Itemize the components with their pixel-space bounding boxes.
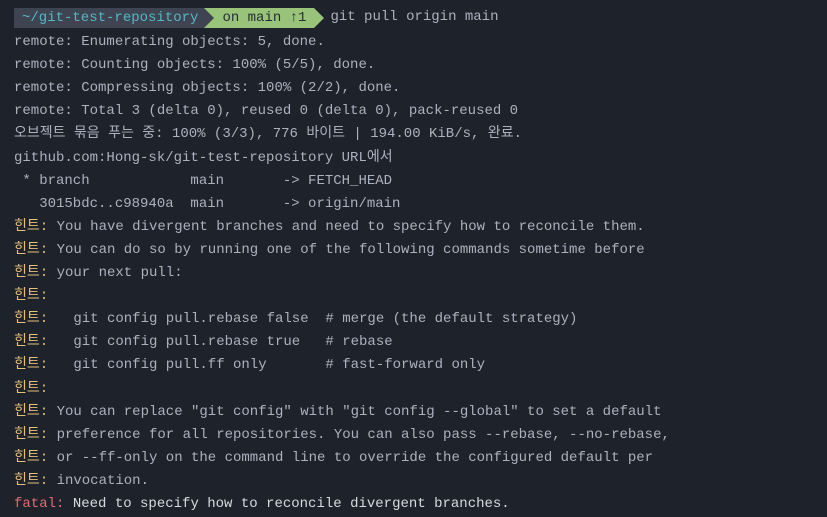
hint-prefix: 힌트: [14, 311, 48, 327]
prompt-path-segment: ~/git-test-repository [14, 8, 204, 28]
hint-prefix: 힌트: [14, 473, 48, 489]
hint-prefix: 힌트: [14, 450, 48, 466]
hint-text: git config pull.rebase false # merge (th… [48, 311, 577, 327]
hint-text: git config pull.ff only # fast-forward o… [48, 357, 485, 373]
hint-line: 힌트: your next pull: [14, 262, 813, 285]
hint-line: 힌트: You can replace "git config" with "g… [14, 401, 813, 424]
hint-line: 힌트: [14, 378, 813, 401]
output-line: 오브젝트 묶음 푸는 중: 100% (3/3), 776 바이트 | 194.… [14, 123, 813, 146]
hint-prefix: 힌트: [14, 334, 48, 350]
output-line: 3015bdc..c98940a main -> origin/main [14, 193, 813, 216]
fatal-prefix: fatal: [14, 496, 64, 512]
hint-line: 힌트: preference for all repositories. You… [14, 424, 813, 447]
hint-text: your next pull: [48, 265, 182, 281]
hint-line: 힌트: invocation. [14, 470, 813, 493]
hint-prefix: 힌트: [14, 381, 48, 397]
prompt-line[interactable]: ~/git-test-repository on main ↑1 git pul… [14, 6, 813, 29]
prompt-branch-segment: on main ↑1 [204, 8, 314, 28]
hint-text: You can replace "git config" with "git c… [48, 404, 661, 420]
command-input[interactable]: git pull origin main [330, 6, 498, 29]
output-line: remote: Total 3 (delta 0), reused 0 (del… [14, 100, 813, 123]
hint-line: 힌트: You have divergent branches and need… [14, 216, 813, 239]
hint-prefix: 힌트: [14, 357, 48, 373]
output-line: remote: Counting objects: 100% (5/5), do… [14, 54, 813, 77]
hint-line: 힌트: git config pull.rebase false # merge… [14, 308, 813, 331]
hint-prefix: 힌트: [14, 242, 48, 258]
hint-prefix: 힌트: [14, 427, 48, 443]
hint-line: 힌트: You can do so by running one of the … [14, 239, 813, 262]
output-line: github.com:Hong-sk/git-test-repository U… [14, 147, 813, 170]
hint-text: preference for all repositories. You can… [48, 427, 670, 443]
hint-line: 힌트: git config pull.ff only # fast-forwa… [14, 354, 813, 377]
output-line: remote: Compressing objects: 100% (2/2),… [14, 77, 813, 100]
hint-line: 힌트: [14, 285, 813, 308]
hint-text: You can do so by running one of the foll… [48, 242, 645, 258]
hint-prefix: 힌트: [14, 404, 48, 420]
hint-text: You have divergent branches and need to … [48, 219, 645, 235]
output-line: remote: Enumerating objects: 5, done. [14, 31, 813, 54]
output-line: * branch main -> FETCH_HEAD [14, 170, 813, 193]
hint-line: 힌트: git config pull.rebase true # rebase [14, 331, 813, 354]
hint-text: git config pull.rebase true # rebase [48, 334, 392, 350]
hint-prefix: 힌트: [14, 265, 48, 281]
hint-prefix: 힌트: [14, 219, 48, 235]
fatal-line: fatal: Need to specify how to reconcile … [14, 493, 813, 516]
hint-prefix: 힌트: [14, 288, 48, 304]
fatal-text: Need to specify how to reconcile diverge… [64, 496, 509, 512]
hint-text: or --ff-only on the command line to over… [48, 450, 653, 466]
hint-line: 힌트: or --ff-only on the command line to … [14, 447, 813, 470]
hint-text: invocation. [48, 473, 149, 489]
